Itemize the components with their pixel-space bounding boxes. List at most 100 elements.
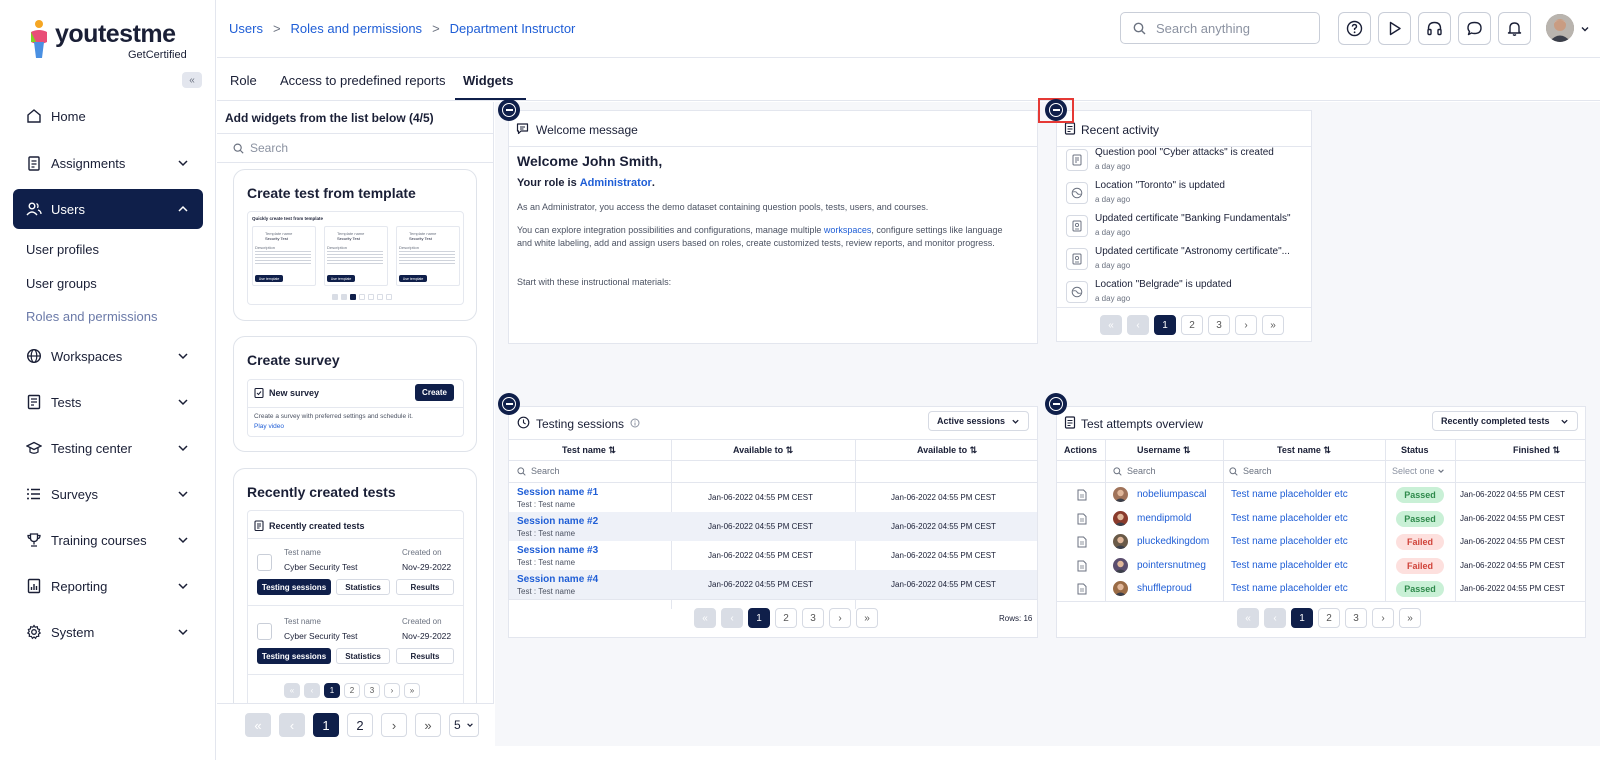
page-button-2[interactable]: 2 [347,713,373,737]
test-name-link[interactable]: Test name placeholder etc [1231,583,1348,594]
page-button-3[interactable]: 3 [802,608,824,628]
widget-card-recently-created-tests[interactable]: Recently created tests Recently created … [233,468,477,739]
page-button-3[interactable]: 3 [1345,608,1367,628]
prev-page-button[interactable]: ‹ [1264,608,1286,628]
attempts-filter-select[interactable]: Recently completed tests [1432,411,1578,431]
widget-card-create-survey[interactable]: Create survey New survey Create Create a… [233,336,477,452]
username-link[interactable]: pointersnutmeg [1137,560,1206,571]
tab-access-reports[interactable]: Access to predefined reports [280,73,445,88]
sessions-filter-select[interactable]: Active sessions [928,411,1029,431]
table-row[interactable]: pointersnutmeg Test name placeholder etc F… [1057,554,1585,578]
support-button[interactable] [1418,12,1451,45]
table-row[interactable]: mendipmold Test name placeholder etc Passe… [1057,507,1585,531]
session-name-link[interactable]: Session name #1 [517,487,598,498]
tab-widgets[interactable]: Widgets [463,73,513,88]
remove-test-attempts-widget-button[interactable] [1045,393,1067,415]
widget-card-create-from-template[interactable]: Create test from template Quickly create… [233,169,477,321]
sidebar-subitem-user-groups[interactable]: User groups [26,276,97,291]
logo[interactable] [28,18,50,60]
sidebar-item-tests[interactable]: Tests [13,382,203,422]
role-link[interactable]: Administrator [580,177,652,189]
chevron-down-icon[interactable] [1580,24,1590,34]
sidebar-item-assignments[interactable]: Assignments [13,143,203,183]
last-page-button[interactable]: » [1262,315,1284,335]
breadcrumb-users[interactable]: Users [229,21,263,36]
session-name-link[interactable]: Session name #2 [517,516,598,527]
sidebar-item-home[interactable]: Home [13,96,203,136]
status-filter-select[interactable]: Select one [1392,466,1445,476]
sidebar-item-system[interactable]: System [13,612,203,652]
username-link[interactable]: nobeliumpascal [1137,489,1207,500]
prev-page-button[interactable]: ‹ [721,608,743,628]
column-header-test-name[interactable]: Test name ⇅ [1277,445,1331,456]
breadcrumb-roles-permissions[interactable]: Roles and permissions [291,21,423,36]
column-header-finished[interactable]: Finished ⇅ [1513,445,1560,456]
prev-page-button[interactable]: ‹ [1127,315,1149,335]
column-header-available-from[interactable]: Available to ⇅ [733,445,793,456]
table-row[interactable]: nobeliumpascal Test name placeholder etc P… [1057,483,1585,507]
remove-welcome-widget-button[interactable] [498,99,520,121]
page-button-2[interactable]: 2 [1318,608,1340,628]
last-page-button[interactable]: » [856,608,878,628]
remove-testing-sessions-widget-button[interactable] [498,393,520,415]
last-page-button[interactable]: » [1399,608,1421,628]
sidebar-item-surveys[interactable]: Surveys [13,474,203,514]
global-search-input[interactable]: Search anything [1120,12,1320,44]
view-report-icon[interactable] [1077,536,1087,548]
help-button[interactable] [1338,12,1371,45]
collapse-sidebar-button[interactable]: « [182,72,202,88]
page-button-1[interactable]: 1 [748,608,770,628]
play-tutorial-button[interactable] [1378,12,1411,45]
session-name-link[interactable]: Session name #3 [517,545,598,556]
remove-recent-activity-widget-button[interactable] [1045,99,1067,121]
sessions-search-input[interactable]: Search [517,466,560,476]
page-button-2[interactable]: 2 [1181,315,1203,335]
username-search-input[interactable]: Search [1113,466,1156,476]
view-report-icon[interactable] [1077,489,1087,501]
chat-button[interactable] [1458,12,1491,45]
info-icon[interactable] [630,418,640,428]
username-link[interactable]: mendipmold [1137,513,1191,524]
test-name-link[interactable]: Test name placeholder etc [1231,513,1348,524]
column-header-test-name[interactable]: Test name ⇅ [562,445,616,456]
user-avatar[interactable] [1546,14,1574,42]
table-row[interactable]: Session name #4 Test : Test name Jan-06-… [509,570,1037,599]
page-button-1[interactable]: 1 [1291,608,1313,628]
sidebar-subitem-roles-permissions[interactable]: Roles and permissions [26,309,158,324]
breadcrumb-department-instructor[interactable]: Department Instructor [450,21,576,36]
page-button-2[interactable]: 2 [775,608,797,628]
prev-page-button[interactable]: ‹ [279,713,305,737]
table-row[interactable]: Session name #2 Test : Test name Jan-06-… [509,512,1037,541]
sidebar-item-training-courses[interactable]: Training courses [13,520,203,560]
next-page-button[interactable]: › [1235,315,1257,335]
first-page-button[interactable]: « [1100,315,1122,335]
column-header-available-to[interactable]: Available to ⇅ [917,445,977,456]
sidebar-item-reporting[interactable]: Reporting [13,566,203,606]
next-page-button[interactable]: › [381,713,407,737]
test-name-search-input[interactable]: Search [1229,466,1272,476]
page-button-1[interactable]: 1 [1154,315,1176,335]
test-name-link[interactable]: Test name placeholder etc [1231,536,1348,547]
table-row[interactable]: pluckedkingdom Test name placeholder etc F… [1057,530,1585,554]
session-name-link[interactable]: Session name #4 [517,574,598,585]
test-name-link[interactable]: Test name placeholder etc [1231,489,1348,500]
sidebar-item-users[interactable]: Users [13,189,203,229]
test-name-link[interactable]: Test name placeholder etc [1231,560,1348,571]
table-row[interactable]: shuffleproud Test name placeholder etc Pas… [1057,577,1585,601]
last-page-button[interactable]: » [415,713,441,737]
view-report-icon[interactable] [1077,560,1087,572]
workspaces-link[interactable]: workspaces [824,225,872,235]
username-link[interactable]: shuffleproud [1137,583,1192,594]
next-page-button[interactable]: › [1372,608,1394,628]
first-page-button[interactable]: « [694,608,716,628]
column-header-username[interactable]: Username ⇅ [1137,445,1191,456]
view-report-icon[interactable] [1077,583,1087,595]
username-link[interactable]: pluckedkingdom [1137,536,1209,547]
notifications-button[interactable] [1498,12,1531,45]
page-size-select[interactable]: 5 [449,713,479,737]
table-row[interactable]: Session name #3 Test : Test name Jan-06-… [509,541,1037,570]
page-button-1[interactable]: 1 [313,713,339,737]
sidebar-item-workspaces[interactable]: Workspaces [13,336,203,376]
widget-search-input[interactable]: Search [217,133,494,163]
page-button-3[interactable]: 3 [1208,315,1230,335]
